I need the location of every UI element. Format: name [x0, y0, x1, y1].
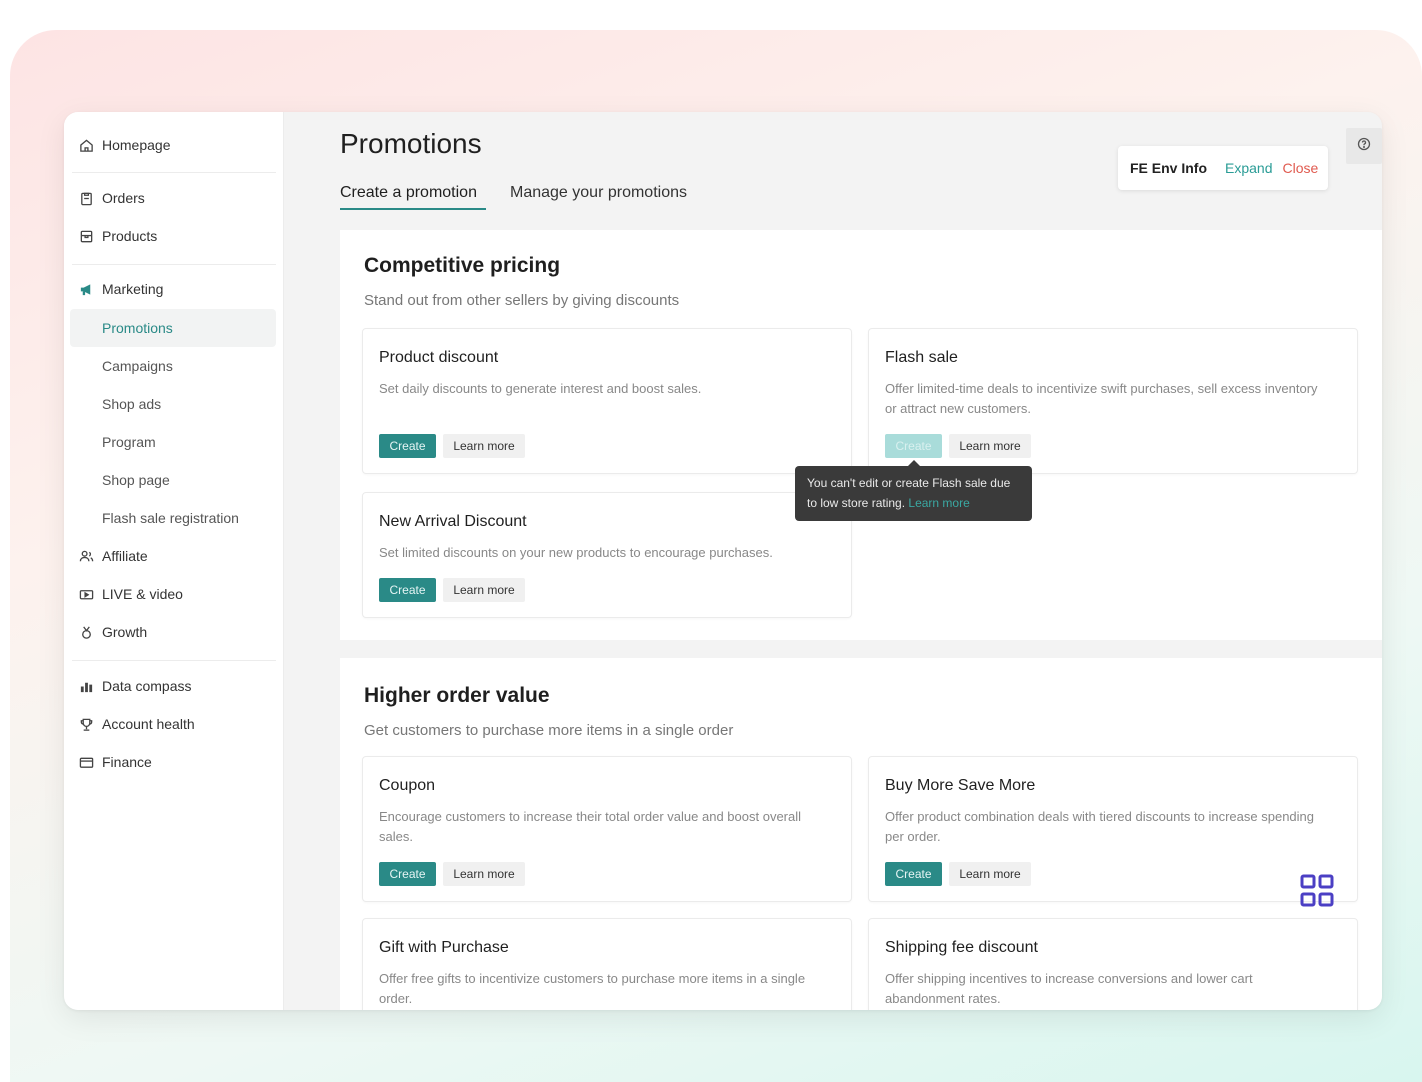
sidebar-item-affiliate[interactable]: Affiliate: [78, 541, 274, 571]
megaphone-icon: [78, 281, 94, 297]
sidebar-subitem-promotions[interactable]: Promotions: [102, 313, 173, 343]
trophy-icon: [78, 716, 94, 732]
create-button[interactable]: Create: [885, 862, 942, 886]
card-coupon: Coupon Encourage customers to increase t…: [362, 756, 852, 902]
section-title: Higher order value: [364, 684, 550, 707]
card-title: Product discount: [379, 349, 499, 366]
section-competitive-pricing: Competitive pricing Stand out from other…: [340, 230, 1382, 640]
card-description: Offer shipping incentives to increase co…: [885, 971, 1253, 1006]
clipboard-icon: [78, 190, 94, 206]
card-product-discount: Product discount Set daily discounts to …: [362, 328, 852, 474]
sidebar-item-homepage[interactable]: Homepage: [78, 130, 274, 160]
page-title: Promotions: [340, 128, 482, 159]
card-icon: [78, 754, 94, 770]
card-new-arrival-discount: New Arrival Discount Set limited discoun…: [362, 492, 852, 618]
sidebar-subitem-program[interactable]: Program: [102, 427, 156, 457]
sidebar-item-label: Finance: [102, 754, 152, 770]
box-icon: [78, 228, 94, 244]
sidebar-subitem-shop-ads[interactable]: Shop ads: [102, 389, 161, 419]
card-description: Set daily discounts to generate interest…: [379, 381, 702, 396]
flash-sale-tooltip: You can't edit or create Flash sale due …: [795, 466, 1032, 521]
card-title: Gift with Purchase: [379, 939, 509, 956]
env-info-panel: FE Env Info Expand Close: [1118, 146, 1328, 190]
learn-more-button[interactable]: Learn more: [949, 434, 1031, 458]
people-icon: [78, 548, 94, 564]
card-flash-sale: Flash sale Offer limited-time deals to i…: [868, 328, 1358, 474]
card-description: Encourage customers to increase their to…: [379, 809, 802, 844]
sidebar-item-products[interactable]: Products: [78, 221, 274, 251]
sidebar-subitem-shop-page[interactable]: Shop page: [102, 465, 170, 495]
sidebar-item-marketing[interactable]: Marketing: [78, 274, 274, 304]
sidebar-item-label: Products: [102, 228, 158, 244]
sidebar-divider: [72, 172, 276, 173]
card-description: Offer free gifts to incentivize customer…: [379, 971, 806, 1006]
section-title: Competitive pricing: [364, 254, 561, 277]
tab-manage-promotions[interactable]: Manage your promotions: [510, 184, 687, 214]
sidebar-divider: [72, 264, 276, 265]
chart-icon: [78, 678, 94, 694]
medal-icon: [78, 624, 94, 640]
active-item-highlight: [70, 309, 276, 347]
sidebar-item-label: Account health: [102, 716, 195, 732]
card-buy-more-save-more: Buy More Save More Offer product combina…: [868, 756, 1358, 902]
tooltip-learn-more-link[interactable]: Learn more: [908, 496, 969, 510]
sidebar-item-label: Orders: [102, 190, 145, 206]
learn-more-button[interactable]: Learn more: [949, 862, 1031, 886]
env-close-link[interactable]: Close: [1282, 160, 1318, 176]
sidebar-item-label: LIVE & video: [102, 586, 183, 602]
learn-more-button[interactable]: Learn more: [443, 862, 525, 886]
card-description: Offer product combination deals with tie…: [885, 809, 1315, 844]
sidebar-item-growth[interactable]: Growth: [78, 617, 274, 647]
learn-more-button[interactable]: Learn more: [443, 434, 525, 458]
learn-more-button[interactable]: Learn more: [443, 578, 525, 602]
create-button[interactable]: Create: [379, 578, 436, 602]
sidebar-subitem-campaigns[interactable]: Campaigns: [102, 351, 173, 381]
home-icon: [78, 137, 94, 153]
sidebar: Homepage Orders Products Marketing Promo…: [64, 112, 284, 1010]
sidebar-item-live-video[interactable]: LIVE & video: [78, 579, 274, 609]
sidebar-divider: [72, 660, 276, 661]
sidebar-item-account-health[interactable]: Account health: [78, 709, 274, 739]
sidebar-item-label: Homepage: [102, 137, 171, 153]
sidebar-item-label: Data compass: [102, 678, 192, 694]
create-button[interactable]: Create: [379, 434, 436, 458]
card-title: Flash sale: [885, 349, 958, 366]
env-expand-link[interactable]: Expand: [1225, 160, 1272, 176]
help-icon: [1357, 137, 1371, 156]
card-shipping-fee-discount: Shipping fee discount Offer shipping inc…: [868, 918, 1358, 1010]
sidebar-item-label: Marketing: [102, 281, 164, 297]
sidebar-item-data-compass[interactable]: Data compass: [78, 671, 274, 701]
app-window: Homepage Orders Products Marketing Promo…: [64, 112, 1382, 1010]
apps-grid-icon[interactable]: [1300, 874, 1334, 908]
sidebar-item-label: Growth: [102, 624, 148, 640]
sidebar-item-finance[interactable]: Finance: [78, 747, 274, 777]
create-button-disabled[interactable]: Create: [885, 434, 942, 458]
card-gift-with-purchase: Gift with Purchase Offer free gifts to i…: [362, 918, 852, 1010]
card-title: Coupon: [379, 777, 436, 794]
create-button[interactable]: Create: [379, 862, 436, 886]
env-info-label: FE Env Info: [1130, 160, 1207, 176]
card-title: Shipping fee discount: [885, 939, 1038, 956]
section-subtitle: Stand out from other sellers by giving d…: [364, 292, 680, 309]
sidebar-subitem-flash-sale-registration[interactable]: Flash sale registration: [102, 503, 239, 533]
video-icon: [78, 586, 94, 602]
sidebar-item-label: Affiliate: [102, 548, 148, 564]
card-title: Buy More Save More: [885, 777, 1036, 794]
card-description: Set limited discounts on your new produc…: [379, 545, 773, 560]
section-subtitle: Get customers to purchase more items in …: [364, 722, 734, 739]
help-button[interactable]: [1346, 128, 1382, 164]
sidebar-item-orders[interactable]: Orders: [78, 183, 274, 213]
card-title: New Arrival Discount: [379, 513, 527, 530]
section-higher-order-value: Higher order value Get customers to purc…: [340, 658, 1382, 1010]
tab-active-underline: [340, 208, 486, 210]
card-description: Offer limited-time deals to incentivize …: [885, 381, 1318, 416]
